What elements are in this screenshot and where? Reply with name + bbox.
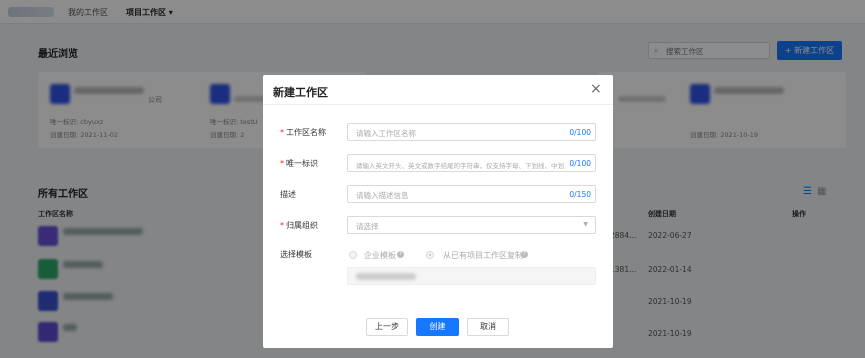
field-label-desc: 描述 xyxy=(280,190,296,199)
input-placeholder: 请输入英文开头、英文或数字结尾的字符串，仅支持字母、下划线、中划线 xyxy=(356,162,564,170)
chevron-down-icon: ▼ xyxy=(583,221,588,228)
input-placeholder: 请输入描述信息 xyxy=(356,191,409,200)
help-icon[interactable]: ? xyxy=(397,251,404,258)
new-workspace-dialog: 新建工作区 × * 工作区名称 请输入工作区名称 0/100 * 唯一标识 请输入英… xyxy=(263,75,613,348)
prev-step-button[interactable]: 上一步 xyxy=(366,318,408,336)
char-counter: 0/100 xyxy=(569,128,591,137)
required-mark: * xyxy=(280,159,284,168)
create-button[interactable]: 创建 xyxy=(416,318,459,336)
source-workspace-select[interactable] xyxy=(347,267,596,285)
unique-id-input[interactable]: 请输入英文开头、英文或数字结尾的字符串，仅支持字母、下划线、中划线 0/100 xyxy=(347,154,596,172)
organization-select[interactable]: 请选择 ▼ xyxy=(347,216,596,234)
field-label-name: * 工作区名称 xyxy=(280,128,326,137)
workspace-name-input[interactable]: 请输入工作区名称 0/100 xyxy=(347,123,596,141)
dialog-divider xyxy=(263,104,613,105)
help-icon[interactable]: ? xyxy=(521,251,528,258)
radio-label-enterprise: 企业模板 xyxy=(364,251,396,260)
radio-label-copy: 从已有项目工作区复制 xyxy=(443,251,523,260)
char-counter: 0/100 xyxy=(569,159,591,168)
field-label-uid: * 唯一标识 xyxy=(280,159,318,168)
required-mark: * xyxy=(280,128,284,137)
description-input[interactable]: 请输入描述信息 0/150 xyxy=(347,185,596,203)
char-counter: 0/150 xyxy=(569,190,591,199)
field-label-template: 选择模板 xyxy=(280,250,312,259)
radio-copy-existing[interactable] xyxy=(426,251,434,259)
close-icon[interactable]: × xyxy=(590,82,602,96)
field-label-org: * 归属组织 xyxy=(280,221,318,230)
selected-workspace-blurred xyxy=(356,273,416,280)
dialog-title: 新建工作区 xyxy=(273,86,328,99)
radio-enterprise-template[interactable] xyxy=(349,251,357,259)
cancel-button[interactable]: 取消 xyxy=(467,318,509,336)
select-placeholder: 请选择 xyxy=(356,222,379,231)
input-placeholder: 请输入工作区名称 xyxy=(356,129,416,138)
required-mark: * xyxy=(280,221,284,230)
